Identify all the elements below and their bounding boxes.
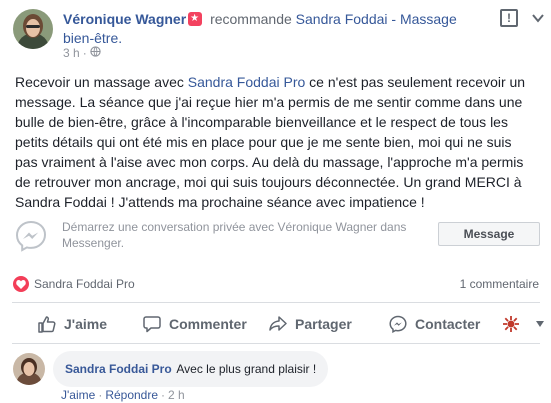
like-button[interactable]: J'aime: [38, 305, 107, 343]
post-meta: 3 h ·: [63, 46, 101, 60]
recommend-star-icon: [188, 12, 203, 26]
divider: [12, 343, 540, 344]
body-text-part2: ce n'est pas seulement recevoir un messa…: [15, 74, 526, 210]
like-label: J'aime: [64, 316, 108, 332]
author-name[interactable]: Véronique Wagner: [63, 11, 186, 27]
post-time[interactable]: 3 h: [63, 46, 80, 60]
comment-reply-link[interactable]: Répondre: [105, 388, 158, 402]
messenger-prompt-text: Démarrez une conversation privée avec Vé…: [62, 220, 407, 250]
comment-text: Avec le plus grand plaisir !: [176, 362, 317, 376]
comment-label: Commenter: [169, 316, 247, 332]
reaction-emoji-icon[interactable]: [502, 305, 528, 343]
recommend-verb: recommande: [210, 11, 292, 27]
reaction-names[interactable]: Sandra Foddai Pro: [34, 277, 135, 291]
audience-globe-icon[interactable]: [90, 46, 101, 60]
messenger-contact-icon: [389, 315, 407, 333]
contact-button[interactable]: Contacter: [389, 305, 480, 343]
thumbs-up-icon: [38, 316, 56, 333]
post-card: Véronique Wagner recommande Sandra Fodda…: [0, 0, 551, 403]
messenger-prompt: Démarrez une conversation privée avec Vé…: [14, 216, 540, 256]
share-button[interactable]: Partager: [269, 305, 352, 343]
meta-dot: ·: [98, 388, 103, 402]
comment-meta: J'aime · Répondre · 2 h: [61, 388, 185, 402]
post-headline: Véronique Wagner recommande Sandra Fodda…: [63, 10, 483, 48]
author-avatar[interactable]: [13, 9, 53, 49]
caret-down-icon[interactable]: [536, 305, 551, 343]
contact-label: Contacter: [415, 316, 481, 332]
meta-dot: ·: [82, 46, 87, 60]
messenger-icon: [14, 219, 48, 253]
message-button[interactable]: Message: [438, 222, 540, 246]
reactions-row: Sandra Foddai Pro 1 commentaire: [13, 275, 539, 293]
share-icon: [269, 316, 287, 331]
page-name-line1: Sandra Foddai - Massage: [295, 11, 457, 27]
post-header: Véronique Wagner recommande Sandra Fodda…: [13, 9, 544, 60]
body-text-part1: Recevoir un massage avec: [15, 74, 188, 90]
chevron-down-icon[interactable]: [532, 11, 544, 23]
comment-author[interactable]: Sandra Foddai Pro: [65, 362, 172, 376]
comment-like-link[interactable]: J'aime: [61, 388, 95, 402]
share-label: Partager: [295, 316, 352, 332]
meta-dot: ·: [161, 388, 166, 402]
comment-count[interactable]: 1 commentaire: [460, 277, 539, 291]
divider: [12, 302, 540, 303]
commenter-avatar[interactable]: [13, 353, 45, 385]
report-icon[interactable]: !: [500, 9, 518, 27]
comment-bubble: Sandra Foddai Pro Avec le plus grand pla…: [53, 351, 329, 387]
comment-button[interactable]: Commenter: [143, 305, 247, 343]
post-body: Recevoir un massage avec Sandra Foddai P…: [15, 72, 537, 212]
body-page-link[interactable]: Sandra Foddai Pro: [188, 74, 306, 90]
comment-icon: [143, 316, 161, 333]
comment-time[interactable]: 2 h: [168, 388, 185, 402]
heart-reaction-icon[interactable]: [13, 276, 29, 292]
comment-item: Sandra Foddai Pro Avec le plus grand pla…: [13, 351, 539, 402]
action-bar: J'aime Commenter Partager Contacter: [12, 305, 544, 343]
page-name-line2: bien-être.: [63, 30, 123, 46]
